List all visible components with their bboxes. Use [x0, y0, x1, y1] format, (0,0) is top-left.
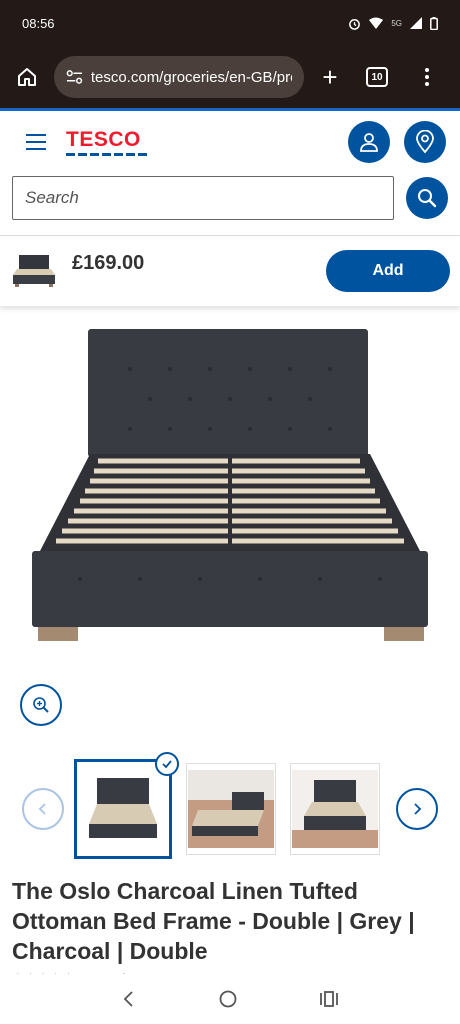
sticky-add-bar: £169.00 Add	[0, 236, 460, 306]
recents-nav-icon[interactable]	[319, 990, 339, 1008]
status-bar: 08:56 5G	[0, 0, 460, 46]
carousel-next-button[interactable]	[396, 788, 438, 830]
tesco-logo[interactable]: TESCO	[66, 128, 147, 156]
selected-check-icon	[155, 752, 179, 776]
signal-icon	[410, 17, 422, 29]
chevron-right-icon	[414, 803, 422, 815]
search-row	[0, 173, 460, 223]
add-to-basket-button[interactable]: Add	[326, 250, 450, 292]
product-thumbnail-mini	[10, 251, 58, 291]
search-button[interactable]	[406, 177, 448, 219]
hamburger-menu-icon[interactable]	[26, 134, 46, 150]
site-settings-icon	[66, 70, 83, 84]
sticky-price: £169.00	[72, 251, 145, 274]
tab-switcher-button[interactable]: 10	[366, 67, 388, 87]
zoom-button[interactable]	[20, 684, 62, 726]
search-input[interactable]	[12, 176, 394, 220]
carousel-prev-button[interactable]	[22, 788, 64, 830]
product-main-image[interactable]	[0, 314, 460, 674]
product-title: The Oslo Charcoal Linen Tufted Ottoman B…	[12, 878, 415, 964]
thumbnail-1[interactable]	[74, 752, 179, 859]
zoom-in-icon	[33, 697, 49, 713]
home-nav-icon[interactable]	[218, 989, 238, 1009]
browser-toolbar: tesco.com/groceries/en-GB/proc + 10	[0, 46, 460, 108]
thumbnail-list	[64, 752, 396, 859]
alarm-icon	[349, 18, 361, 30]
logo-stripes	[66, 153, 147, 156]
account-button[interactable]	[348, 121, 390, 163]
home-icon	[18, 68, 36, 86]
back-nav-icon[interactable]	[121, 990, 137, 1008]
status-icons: 5G	[348, 16, 438, 30]
status-time: 08:56	[22, 15, 55, 31]
url-text: tesco.com/groceries/en-GB/proc	[90, 68, 292, 86]
home-button[interactable]	[10, 60, 44, 94]
battery-icon	[430, 16, 438, 30]
chevron-left-icon	[38, 803, 46, 815]
zoom-row	[0, 674, 460, 736]
browser-menu-button[interactable]	[412, 68, 442, 86]
image-carousel	[0, 744, 460, 874]
site-header: TESCO	[0, 111, 460, 173]
new-tab-button[interactable]: +	[314, 64, 346, 90]
logo-text: TESCO	[66, 128, 141, 151]
network-label: 5G	[391, 18, 402, 28]
thumbnail-2[interactable]	[186, 763, 276, 855]
store-locator-button[interactable]	[404, 121, 446, 163]
search-icon	[418, 189, 437, 208]
url-bar[interactable]: tesco.com/groceries/en-GB/proc	[54, 56, 304, 98]
system-nav-bar	[0, 974, 460, 1024]
thumbnail-3[interactable]	[290, 763, 380, 855]
location-pin-icon	[416, 130, 434, 154]
user-icon	[360, 133, 378, 152]
wifi-icon	[369, 17, 384, 29]
